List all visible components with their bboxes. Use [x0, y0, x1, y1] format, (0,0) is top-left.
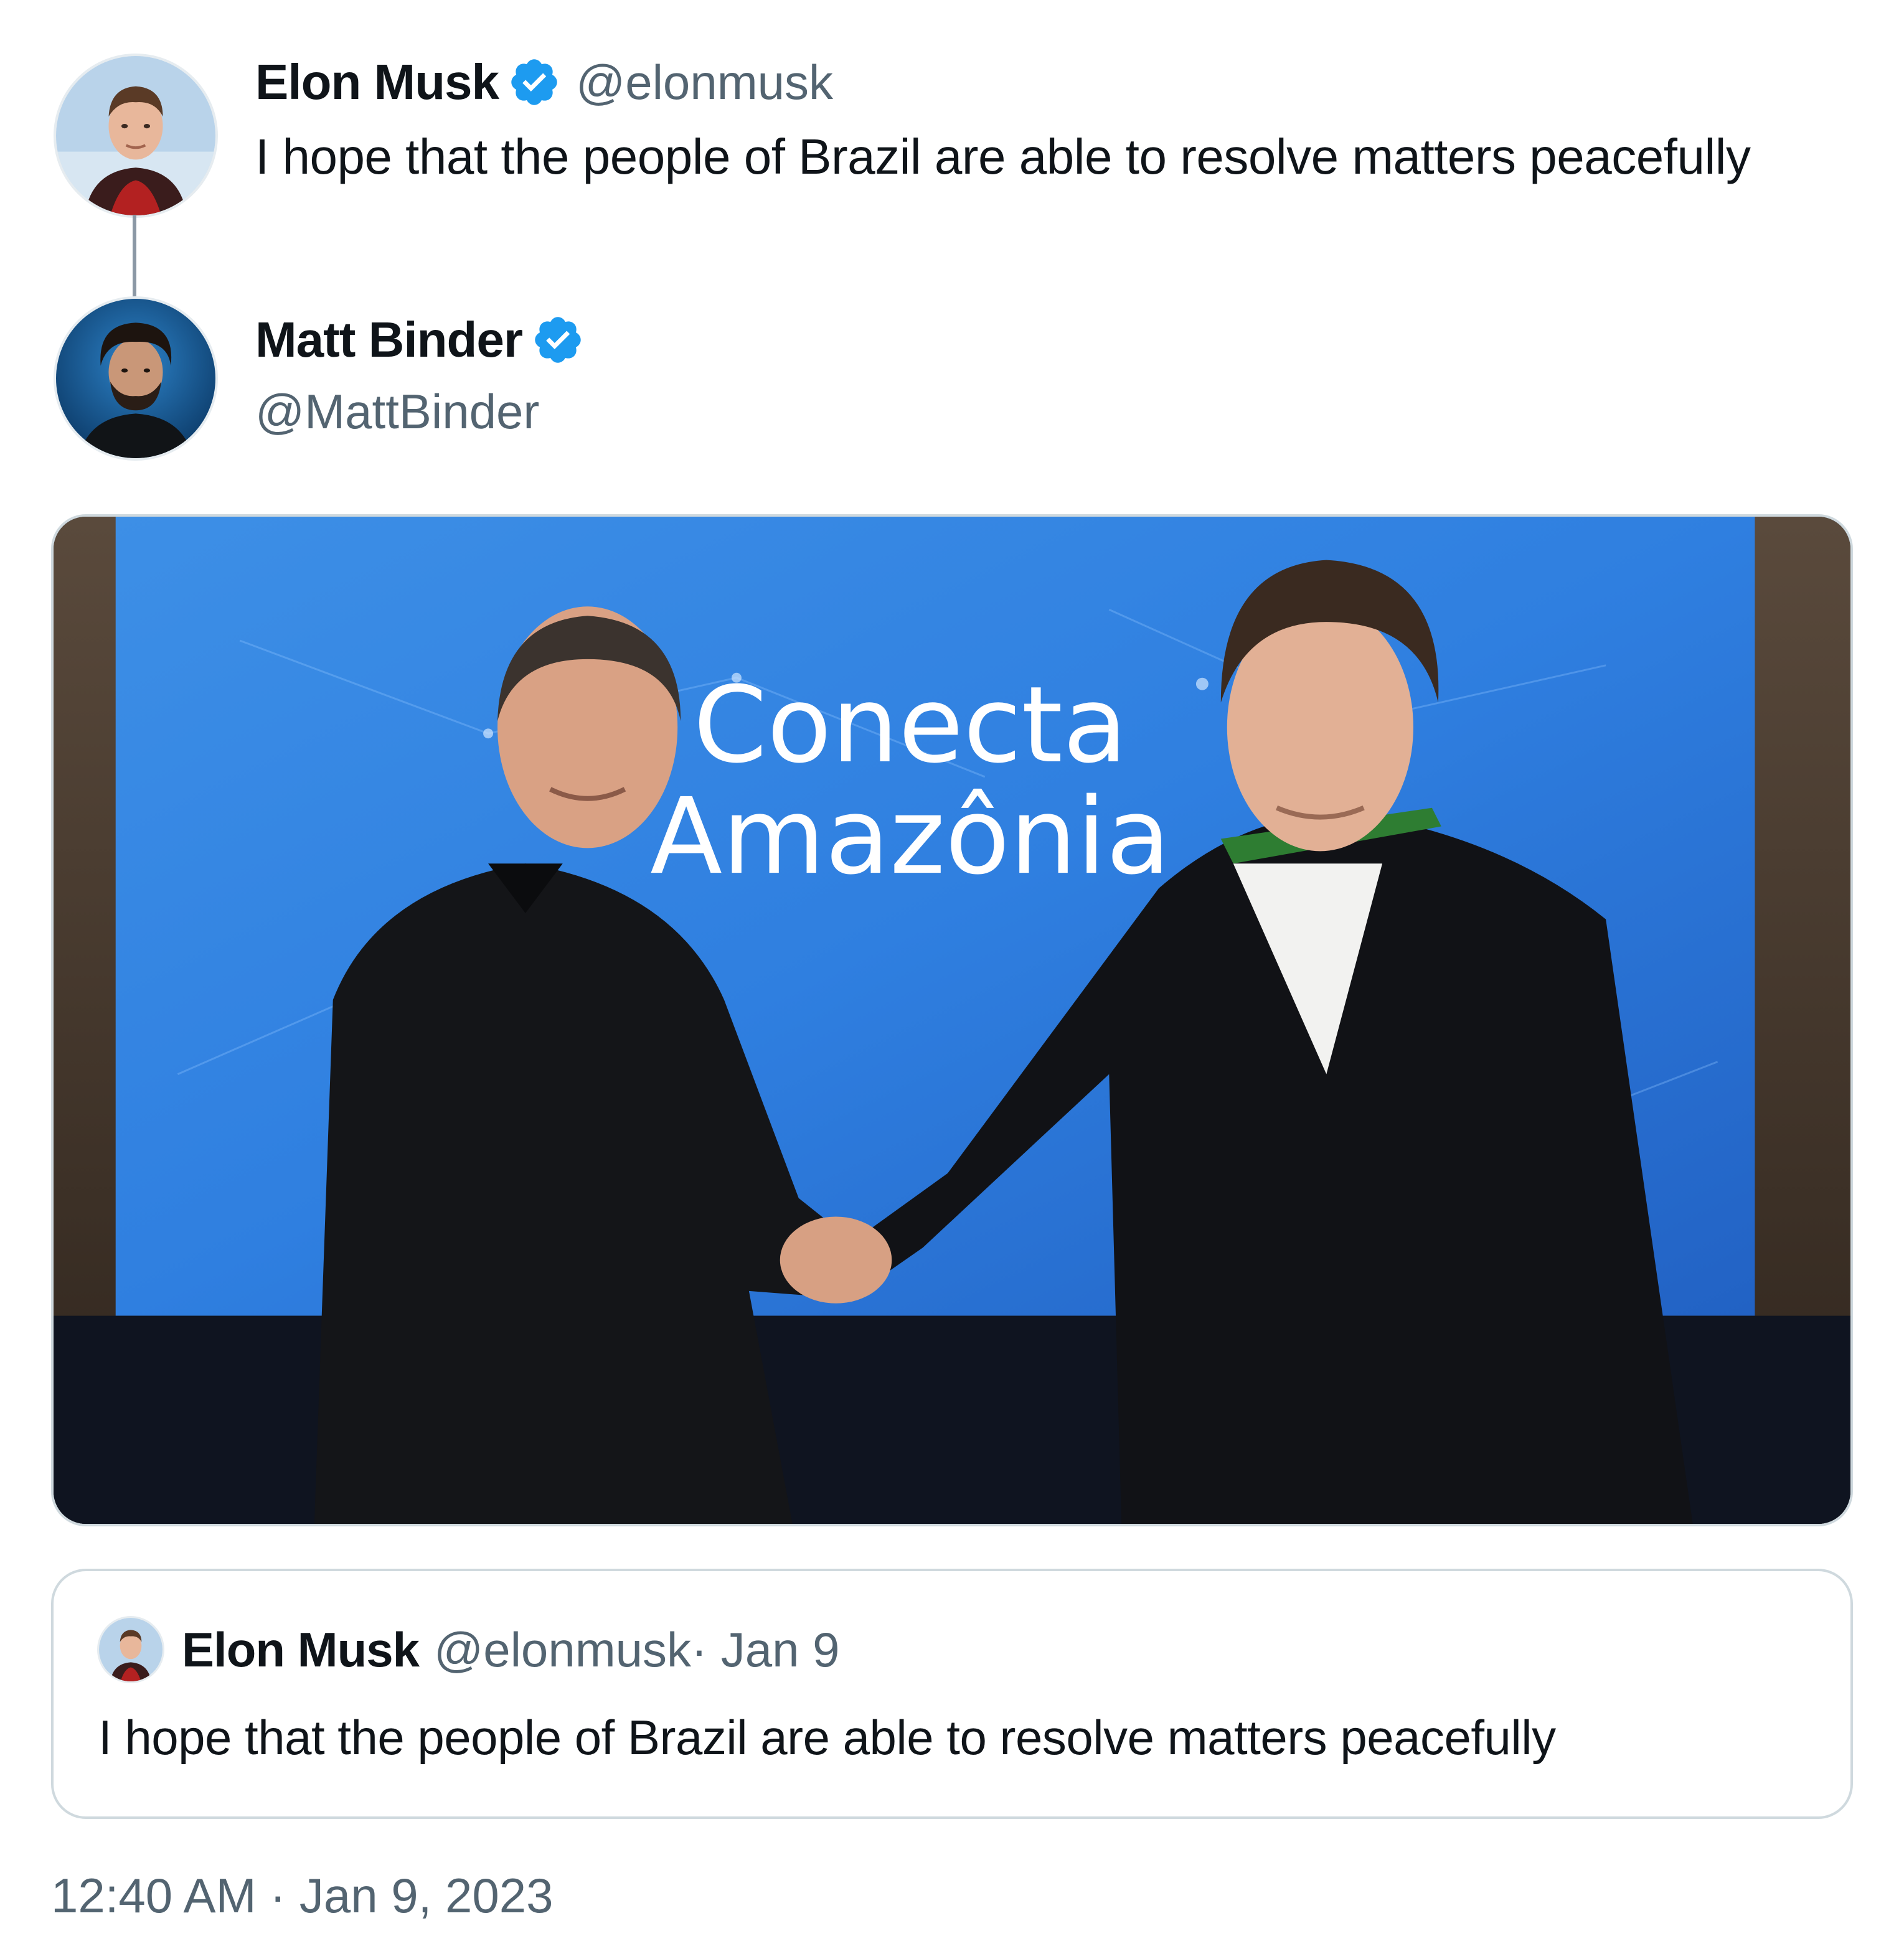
handshake — [780, 1216, 892, 1304]
main-author-name[interactable]: Matt Binder — [255, 311, 523, 369]
reply-tweet-header: Elon Musk @elonmusk — [255, 54, 833, 111]
verified-badge-icon — [531, 313, 585, 367]
quoted-author-name[interactable]: Elon Musk — [182, 1622, 420, 1678]
sign-text-line2: Amazônia — [650, 775, 1171, 898]
matt-binder-avatar-image — [56, 299, 215, 458]
elon-musk-avatar[interactable] — [54, 54, 218, 218]
handshake-photo: Conecta Amazônia — [54, 517, 1850, 1524]
reply-author-name[interactable]: Elon Musk — [255, 54, 499, 111]
elon-musk-avatar-image — [56, 56, 215, 215]
main-tweet-header: Matt Binder — [255, 311, 585, 369]
reply-tweet-text: I hope that the people of Brazil are abl… — [255, 129, 1751, 184]
tweet-media-photo[interactable]: Conecta Amazônia — [51, 514, 1853, 1526]
verified-badge-icon — [507, 55, 561, 109]
thread-connector-line — [133, 215, 136, 302]
quoted-author-avatar[interactable] — [97, 1616, 164, 1683]
quoted-author-handle-date[interactable]: @elonmusk· Jan 9 — [434, 1622, 839, 1678]
quoted-tweet-text: I hope that the people of Brazil are abl… — [98, 1710, 1556, 1765]
reply-author-handle[interactable]: @elonmusk — [576, 54, 833, 111]
quoted-tweet-header: Elon Musk @elonmusk· Jan 9 — [97, 1616, 840, 1683]
tweet-timestamp[interactable]: 12:40 AM · Jan 9, 2023 — [51, 1867, 554, 1924]
quoted-author-avatar-image — [99, 1618, 163, 1681]
matt-binder-avatar[interactable] — [54, 296, 218, 461]
quoted-tweet-card[interactable]: Elon Musk @elonmusk· Jan 9 I hope that t… — [51, 1569, 1853, 1819]
main-author-handle[interactable]: @MattBinder — [255, 383, 539, 440]
sign-text-line1: Conecta — [694, 664, 1128, 786]
